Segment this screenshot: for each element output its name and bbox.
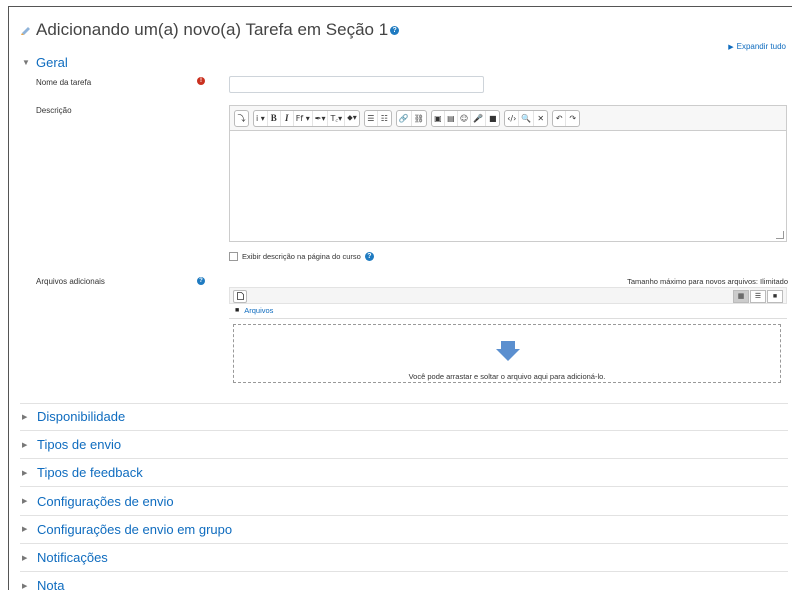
name-label: Nome da tarefa: [36, 78, 92, 87]
show-description-row: Exibir descrição na página do curso ?: [229, 252, 374, 261]
section-divider: [20, 403, 788, 404]
filepicker-path: ■ Arquivos: [235, 306, 273, 315]
section-divider: [20, 486, 788, 488]
toolbar-button[interactable]: B: [268, 110, 281, 126]
toolbar-button[interactable]: ↷: [566, 111, 579, 126]
section-header-geral[interactable]: ▼ Geral: [22, 55, 68, 70]
expand-all-link[interactable]: ▶ Expandir tudo: [728, 42, 786, 51]
description-editor[interactable]: [229, 130, 787, 242]
toolbar-button[interactable]: ✒▾: [313, 110, 329, 126]
caret-down-icon: ▼: [22, 58, 30, 67]
section-header-label: Disponibilidade: [37, 409, 126, 424]
file-icon: [236, 292, 244, 300]
task-name-input[interactable]: [229, 76, 484, 93]
section-header-5[interactable]: ▶ Notificações: [22, 550, 108, 565]
section-divider: [20, 458, 788, 460]
section-header-label: Geral: [36, 55, 68, 70]
files-path-link[interactable]: Arquivos: [244, 306, 273, 315]
section-header-4[interactable]: ▶ Configurações de envio em grupo: [22, 522, 232, 537]
toolbar-button[interactable]: 🔍: [519, 110, 535, 126]
section-header-6[interactable]: ▶ Nota: [22, 578, 64, 593]
section-header-0[interactable]: ▶ Disponibilidade: [22, 409, 125, 424]
frame-top-border: [8, 6, 792, 7]
assign-icon: [21, 27, 30, 35]
toolbar-button[interactable]: I: [281, 110, 294, 126]
grid-view-icon[interactable]: ▦: [733, 290, 749, 303]
folder-view-icon[interactable]: ■: [767, 290, 783, 303]
resize-grip-icon[interactable]: [776, 231, 784, 239]
toolbar-group: ↶ ↷: [552, 109, 581, 127]
toolbar-group: ☰ ☷: [363, 109, 392, 127]
toolbar-group: 🔗 ⛓: [395, 109, 427, 127]
editor-toolbar: ⤵ i ▾ B I Ff ▾ ✒▾ T꜀▾ ⬥▾ ☰ ☷ 🔗 ⛓ ▣ ▤ ☺ 🎤 ■ ‹/› 🔍 ✕ ↶ ↷: [229, 105, 787, 130]
add-file-button[interactable]: [233, 290, 247, 303]
view-switcher: ▦ ☰ ■: [732, 290, 783, 303]
section-header-label: Nota: [37, 578, 65, 593]
toolbar-button[interactable]: ⛓: [412, 111, 426, 126]
caret-right-icon: ▶: [22, 526, 28, 534]
max-size-text: Tamanho máximo para novos arquivos: Ilim…: [627, 277, 788, 286]
section-header-2[interactable]: ▶ Tipos de feedback: [22, 465, 143, 480]
caret-right-icon: ▶: [22, 413, 28, 421]
list-view-icon[interactable]: ☰: [750, 290, 766, 303]
toolbar-group: i ▾ B I Ff ▾ ✒▾ T꜀▾ ⬥▾: [253, 109, 360, 127]
expand-all-label: Expandir tudo: [736, 42, 786, 51]
toolbar-button[interactable]: ☰: [365, 110, 378, 126]
toolbar-button[interactable]: ☺: [458, 110, 472, 126]
question-circle-icon[interactable]: ?: [364, 252, 374, 261]
toolbar-button[interactable]: ‹/›: [505, 110, 520, 126]
show-description-checkbox[interactable]: [229, 252, 238, 261]
toolbar-button[interactable]: ■: [486, 111, 499, 126]
section-header-1[interactable]: ▶ Tipos de envio: [22, 437, 121, 452]
section-header-label: Configurações de envio: [37, 493, 174, 509]
toolbar-group: ‹/› 🔍 ✕: [504, 109, 549, 127]
toolbar-button[interactable]: ✕: [534, 111, 547, 126]
caret-right-icon: ▶: [22, 582, 28, 590]
caret-right-icon: ▶: [22, 441, 28, 449]
description-label: Descrição: [36, 106, 72, 115]
question-circle-icon[interactable]: ?: [197, 277, 205, 285]
section-header-label: Configurações de envio em grupo: [37, 521, 233, 537]
toolbar-button[interactable]: ▤: [445, 110, 458, 126]
section-header-label: Tipos de envio: [37, 437, 122, 453]
caret-right-icon: ▶: [728, 44, 734, 51]
toolbar-group: ⤵: [234, 109, 249, 127]
folder-icon: ■: [235, 307, 240, 314]
toolbar-button[interactable]: 🎤: [471, 110, 487, 126]
frame-left-border: [8, 6, 9, 590]
toolbar-button[interactable]: ☷: [378, 111, 391, 126]
toolbar-button[interactable]: Ff ▾: [294, 110, 313, 126]
filepicker-toolbar: ▦ ☰ ■: [229, 287, 787, 304]
section-divider: [20, 514, 788, 516]
path-divider: [229, 318, 787, 319]
caret-right-icon: ▶: [22, 469, 28, 477]
toolbar-button[interactable]: 🔗: [397, 110, 412, 126]
exclamation-circle-icon: !: [197, 77, 205, 85]
caret-right-icon: ▶: [22, 554, 28, 562]
toolbar-button[interactable]: ⤵: [235, 111, 248, 126]
section-divider: [20, 571, 788, 572]
download-arrow-icon: [496, 341, 520, 361]
toolbar-button[interactable]: i ▾: [254, 110, 268, 126]
toolbar-button[interactable]: ▣: [432, 110, 445, 126]
dropzone-text: Você pode arrastar e soltar o arquivo aq…: [408, 372, 606, 381]
toolbar-button[interactable]: T꜀▾: [328, 110, 346, 126]
question-circle-icon[interactable]: ?: [390, 25, 400, 35]
files-label: Arquivos adicionais: [36, 277, 105, 286]
section-header-3[interactable]: ▶ Configurações de envio: [22, 494, 174, 509]
toolbar-group: ▣ ▤ ☺ 🎤 ■: [430, 109, 501, 127]
file-dropzone[interactable]: Você pode arrastar e soltar o arquivo aq…: [233, 324, 781, 383]
section-divider: [20, 542, 788, 544]
page-header: Adicionando um(a) novo(a) Tarefa em Seçã…: [20, 20, 400, 40]
section-divider: [20, 430, 788, 431]
show-description-label: Exibir descrição na página do curso: [242, 252, 361, 261]
toolbar-button[interactable]: ⬥▾: [345, 111, 359, 126]
section-header-label: Notificações: [37, 550, 108, 565]
caret-right-icon: ▶: [22, 498, 28, 506]
page-title: Adicionando um(a) novo(a) Tarefa em Seçã…: [36, 20, 389, 39]
section-header-label: Tipos de feedback: [37, 465, 143, 481]
toolbar-button[interactable]: ↶: [553, 110, 567, 126]
